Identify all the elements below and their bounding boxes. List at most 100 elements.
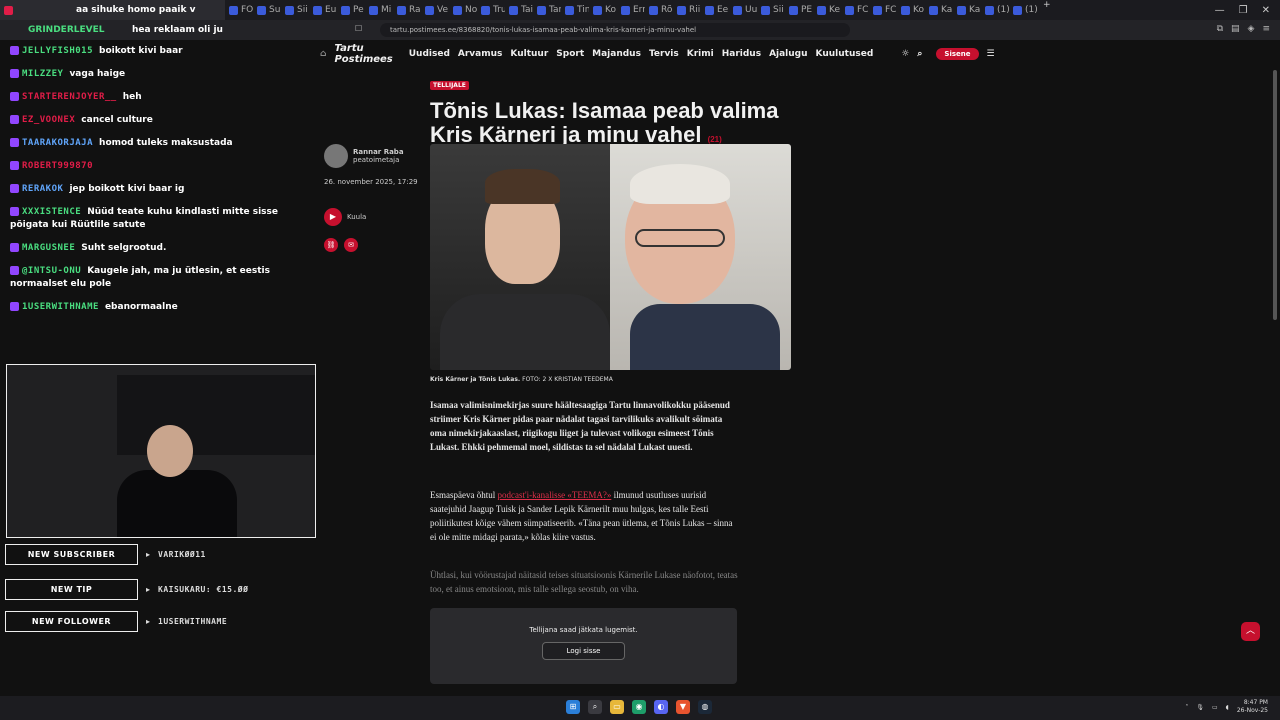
file-explorer-icon[interactable]: ▭ bbox=[610, 700, 624, 714]
platform-badge-icon bbox=[10, 92, 19, 101]
author-name[interactable]: Rannar Raba bbox=[353, 148, 404, 156]
chat-username: 1USERWITHNAME bbox=[22, 302, 99, 312]
tab-label: Ern bbox=[633, 5, 645, 15]
address-bar: GRINDERLEVEL hea reklaam oli ju ☐ tartu.… bbox=[0, 20, 1280, 40]
tab-favicon-icon bbox=[649, 5, 658, 15]
tab-favicon-icon bbox=[481, 5, 490, 15]
brave-icon[interactable]: ▼ bbox=[676, 700, 690, 714]
search-taskbar-icon[interactable]: ⌕ bbox=[588, 700, 602, 714]
browser-tab[interactable]: Uu bbox=[729, 0, 757, 20]
alert-label: NEW TIP bbox=[5, 579, 138, 600]
nav-item[interactable]: Sport bbox=[556, 49, 584, 59]
browser-tab[interactable]: (1) bbox=[1009, 0, 1037, 20]
article-photo[interactable] bbox=[430, 144, 791, 370]
podcast-link[interactable]: podcast'i-kanalisse «TEEMA?» bbox=[497, 490, 611, 500]
browser-tab[interactable]: FC bbox=[869, 0, 897, 20]
nav-item[interactable]: Krimi bbox=[687, 49, 714, 59]
browser-tab[interactable]: Tru bbox=[477, 0, 505, 20]
nav-item[interactable]: Kuulutused bbox=[816, 49, 874, 59]
site-nav: ⌂ Tartu Postimees Uudised Arvamus Kultuur S… bbox=[320, 40, 995, 68]
browser-tab[interactable]: Ee bbox=[701, 0, 729, 20]
nav-item[interactable]: Ajalugu bbox=[769, 49, 807, 59]
sidebar-icon[interactable]: ▤ bbox=[1231, 24, 1240, 34]
comment-count[interactable]: (21) bbox=[708, 135, 722, 144]
link-icon[interactable]: ⛓ bbox=[324, 238, 338, 252]
chat-username: TAARAKORJAJA bbox=[22, 138, 94, 148]
tab-favicon-icon bbox=[733, 5, 742, 15]
obs-icon[interactable]: ◉ bbox=[632, 700, 646, 714]
steam-icon[interactable]: ◍ bbox=[698, 700, 712, 714]
network-icon[interactable]: ▭ bbox=[1212, 704, 1218, 711]
login-button[interactable]: Logi sisse bbox=[541, 642, 626, 660]
signin-button[interactable]: Sisene bbox=[936, 48, 979, 60]
play-icon[interactable]: ▶ bbox=[324, 208, 342, 226]
browser-tab[interactable]: Sii bbox=[281, 0, 309, 20]
browser-tab[interactable]: Rii bbox=[673, 0, 701, 20]
browser-tab[interactable]: PE bbox=[785, 0, 813, 20]
nav-item[interactable]: Uudised bbox=[409, 49, 450, 59]
home-icon[interactable]: ⌂ bbox=[320, 49, 326, 59]
url-field[interactable]: tartu.postimees.ee/8368820/tonis-lukas-i… bbox=[380, 23, 850, 37]
minimize-icon[interactable]: — bbox=[1215, 5, 1225, 16]
nav-item[interactable]: Arvamus bbox=[458, 49, 503, 59]
browser-tab[interactable]: No bbox=[449, 0, 477, 20]
browser-tab[interactable]: Ke bbox=[813, 0, 841, 20]
browser-tab[interactable]: Ko bbox=[897, 0, 925, 20]
theme-toggle-icon[interactable]: ☼ bbox=[901, 49, 909, 59]
menu-icon[interactable]: ≡ bbox=[1262, 24, 1270, 34]
volume-icon[interactable]: ◖ bbox=[1226, 704, 1229, 711]
search-icon[interactable]: ⌕ bbox=[917, 49, 922, 59]
browser-tab-bar: aa sihuke homo paaik v FO Su Sii Eu Pe Mi Ra Ve N… bbox=[0, 0, 1280, 20]
browser-tab[interactable]: (1) bbox=[981, 0, 1009, 20]
browser-tab[interactable]: Pe bbox=[337, 0, 365, 20]
start-icon[interactable]: ⊞ bbox=[566, 700, 580, 714]
hamburger-icon[interactable]: ☰ bbox=[987, 49, 995, 59]
chat-text: heh bbox=[122, 92, 142, 102]
listen-label[interactable]: Kuula bbox=[347, 213, 366, 221]
scroll-to-top-button[interactable]: ︿ bbox=[1241, 622, 1260, 641]
browser-tab[interactable]: Rõ bbox=[645, 0, 673, 20]
new-tab-icon[interactable]: + bbox=[1037, 0, 1057, 20]
discord-icon[interactable]: ◐ bbox=[654, 700, 668, 714]
restore-icon[interactable]: ❐ bbox=[1239, 5, 1248, 16]
publish-date: 26. november 2025, 17:29 bbox=[324, 178, 418, 186]
browser-tab[interactable]: Ka bbox=[925, 0, 953, 20]
browser-tab[interactable]: Ve bbox=[421, 0, 449, 20]
nav-item[interactable]: Tervis bbox=[649, 49, 679, 59]
site-logo[interactable]: Tartu Postimees bbox=[334, 43, 392, 65]
browser-tab[interactable]: Eu bbox=[309, 0, 337, 20]
alert-value: 1USERWITHNAME bbox=[158, 617, 228, 626]
browser-tab[interactable]: Tar bbox=[533, 0, 561, 20]
browser-tab[interactable]: Sii bbox=[757, 0, 785, 20]
nav-item[interactable]: Kultuur bbox=[510, 49, 548, 59]
platform-badge-icon bbox=[10, 302, 19, 311]
wallet-icon[interactable]: ◈ bbox=[1248, 24, 1255, 34]
mail-icon[interactable]: ✉ bbox=[344, 238, 358, 252]
browser-tab[interactable]: Ka bbox=[953, 0, 981, 20]
bookmark-icon[interactable]: ☐ bbox=[355, 24, 362, 33]
browser-tab[interactable]: Mi bbox=[365, 0, 393, 20]
chat-username: RERAKOK bbox=[22, 184, 64, 194]
tray-chevron-icon[interactable]: ˄ bbox=[1185, 704, 1188, 711]
browser-tab[interactable]: Tin bbox=[561, 0, 589, 20]
tab-label: Ve bbox=[437, 5, 448, 15]
clock[interactable]: 8:47 PM 26-Nov-25 bbox=[1237, 699, 1268, 715]
mic-icon[interactable]: 🎙 bbox=[1196, 704, 1204, 711]
browser-tab[interactable]: FC bbox=[841, 0, 869, 20]
browser-tab[interactable]: aa sihuke homo paaik v bbox=[0, 0, 225, 20]
browser-tab[interactable]: Ko bbox=[589, 0, 617, 20]
browser-tab[interactable]: Tai bbox=[505, 0, 533, 20]
browser-tab[interactable]: Su bbox=[253, 0, 281, 20]
nav-item[interactable]: Majandus bbox=[592, 49, 641, 59]
tab-label: No bbox=[465, 5, 477, 15]
close-icon[interactable]: ✕ bbox=[1262, 5, 1270, 16]
tab-label: Ka bbox=[969, 5, 981, 15]
page-scrollbar[interactable] bbox=[1273, 70, 1277, 320]
extension-icon[interactable]: ⧉ bbox=[1217, 24, 1223, 34]
browser-tab[interactable]: FO bbox=[225, 0, 253, 20]
browser-tab[interactable]: Ern bbox=[617, 0, 645, 20]
tab-label: Ra bbox=[409, 5, 421, 15]
webcam-overlay bbox=[6, 364, 316, 538]
nav-item[interactable]: Haridus bbox=[722, 49, 761, 59]
browser-tab[interactable]: Ra bbox=[393, 0, 421, 20]
